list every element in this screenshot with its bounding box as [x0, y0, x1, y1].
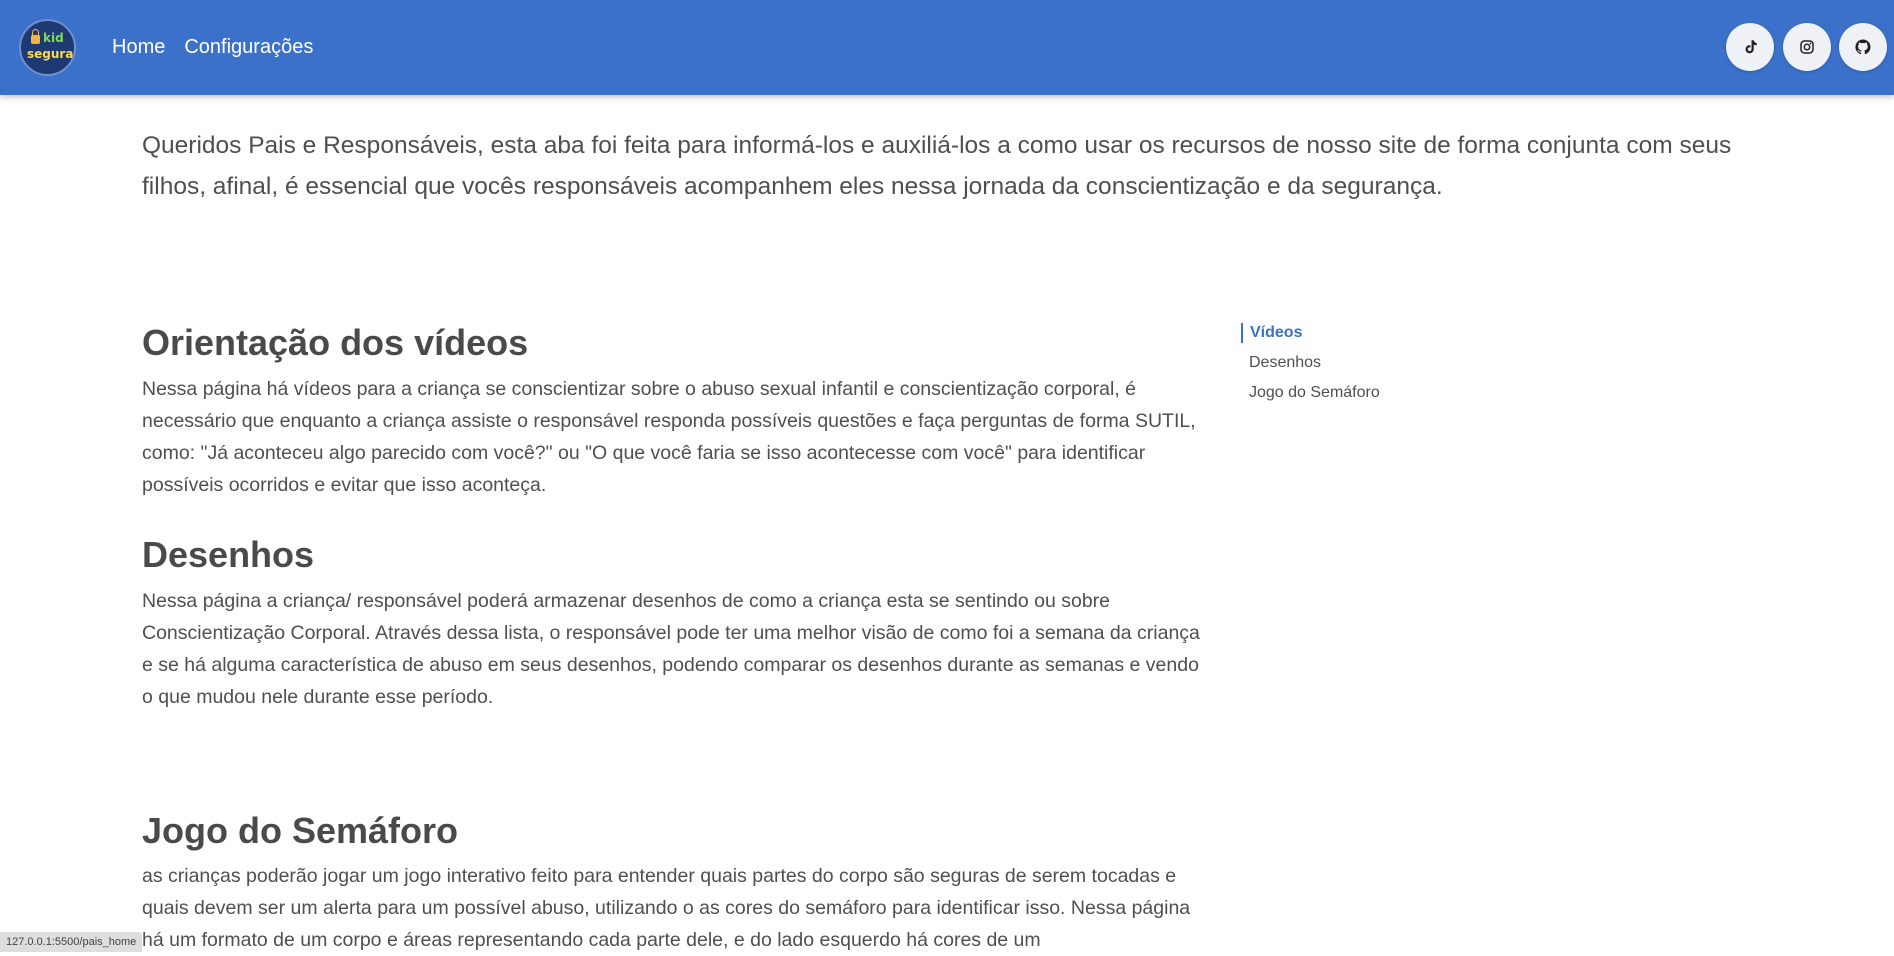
table-of-contents: Vídeos Desenhos Jogo do Semáforo	[1241, 323, 1461, 413]
instagram-button[interactable]	[1783, 23, 1831, 71]
toc-item-jogo-semaforo[interactable]: Jogo do Semáforo	[1241, 383, 1461, 403]
github-button[interactable]	[1839, 23, 1887, 71]
toc-item-videos[interactable]: Vídeos	[1241, 323, 1461, 343]
nav-home-link[interactable]: Home	[112, 36, 165, 59]
tiktok-icon	[1741, 38, 1759, 56]
kid-segura-logo[interactable]: kid segura	[19, 19, 76, 76]
lock-icon	[31, 35, 40, 44]
section-body-jogo-semaforo: as crianças poderão jogar um jogo intera…	[142, 860, 1202, 956]
intro-text: Queridos Pais e Responsáveis, esta aba f…	[142, 125, 1782, 207]
section-body-desenhos: Nessa página a criança/ responsável pode…	[142, 585, 1202, 713]
logo-text-kid: kid	[43, 31, 64, 45]
section-title-desenhos: Desenhos	[142, 534, 314, 576]
tiktok-button[interactable]	[1726, 23, 1774, 71]
instagram-icon	[1798, 38, 1816, 56]
toc-item-desenhos[interactable]: Desenhos	[1241, 353, 1461, 373]
nav-configuracoes-link[interactable]: Configurações	[184, 36, 313, 59]
browser-status-url: 127.0.0.1:5500/pais_home	[0, 932, 142, 952]
section-title-videos: Orientação dos vídeos	[142, 322, 528, 364]
main-nav: Home Configurações	[112, 36, 313, 59]
logo-text-segura: segura	[27, 47, 73, 61]
section-title-jogo-semaforo: Jogo do Semáforo	[142, 810, 458, 852]
navbar: kid segura Home Configurações	[0, 0, 1894, 95]
github-icon	[1854, 38, 1872, 56]
section-body-videos: Nessa página há vídeos para a criança se…	[142, 373, 1202, 501]
